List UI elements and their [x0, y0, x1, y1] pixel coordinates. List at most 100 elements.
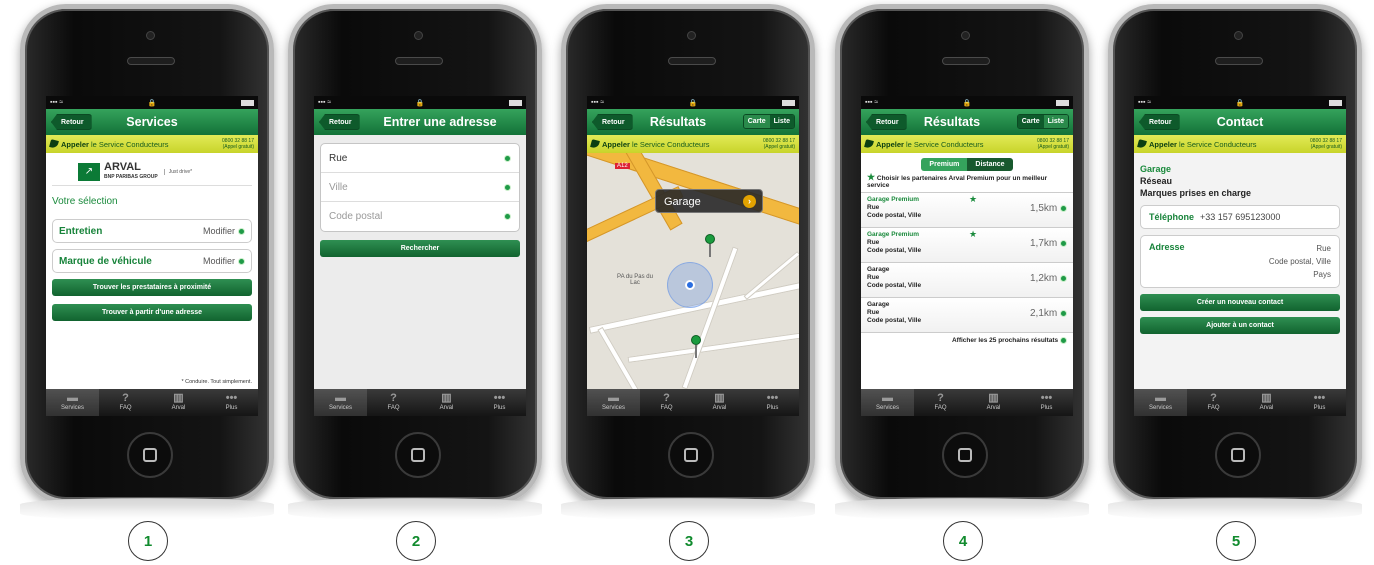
tab-arval[interactable]: ▥ Arval [420, 389, 473, 416]
tab-faq[interactable]: ? FAQ [1187, 389, 1240, 416]
tab-label: Arval [1259, 405, 1274, 411]
camera [961, 31, 970, 40]
iphone-frame: ▪▪▪ ≈ 🔒 Retour Contact Appeler le Service… [1108, 4, 1362, 504]
lock-icon: 🔒 [688, 99, 698, 107]
create-contact-button[interactable]: Créer un nouveau contact [1140, 294, 1340, 311]
map-pin-icon[interactable] [705, 234, 715, 257]
map-view-button[interactable]: Carte [1017, 115, 1044, 128]
modify-link: Modifier [202, 256, 235, 266]
add-to-contact-button[interactable]: Ajouter à un contact [1140, 317, 1340, 334]
tab-label: Services [60, 405, 84, 411]
back-button[interactable]: Retour [51, 114, 92, 130]
sort-premium-button[interactable]: Premium [921, 158, 968, 171]
tab-arval[interactable]: ▥ Arval [693, 389, 746, 416]
signal-icon: ▪▪▪ ≈ [591, 99, 605, 106]
tab-plus[interactable]: ••• Plus [1293, 389, 1346, 416]
status-bar: ▪▪▪ ≈ 🔒 [861, 96, 1073, 109]
tab-services[interactable]: ▬ Services [314, 389, 367, 416]
call-free-note: (Appel gratuit) [1037, 144, 1069, 150]
back-button[interactable]: Retour [592, 114, 633, 130]
tab-faq[interactable]: ? FAQ [914, 389, 967, 416]
tab-faq[interactable]: ? FAQ [640, 389, 693, 416]
find-by-address-button[interactable]: Trouver à partir d'une adresse [52, 304, 252, 321]
map-view-button[interactable]: Carte [743, 115, 770, 128]
home-button[interactable] [1215, 432, 1261, 478]
camera [146, 31, 155, 40]
question-icon: ? [1210, 392, 1217, 404]
street-field[interactable]: Rue [321, 144, 519, 173]
list-view-button[interactable]: Liste [1043, 115, 1068, 128]
tab-plus[interactable]: ••• Plus [746, 389, 799, 416]
result-distance: 1,2km [1030, 274, 1067, 284]
lock-icon: 🔒 [962, 99, 972, 107]
chevron-right-icon [238, 257, 245, 265]
tab-faq[interactable]: ? FAQ [367, 389, 420, 416]
service-item-entretien[interactable]: Entretien Modifier [52, 219, 252, 243]
more-icon: ••• [225, 392, 238, 404]
address-card[interactable]: Adresse Rue Code postal, Ville Pays [1140, 235, 1340, 288]
speaker [942, 57, 990, 65]
home-button[interactable] [668, 432, 714, 478]
list-view-button[interactable]: Liste [769, 115, 794, 128]
call-driver-service-bar[interactable]: Appeler le Service Conducteurs 0800 32 8… [587, 135, 799, 153]
call-driver-service-bar[interactable]: Appeler le Service Conducteurs 0800 32 8… [46, 135, 258, 153]
tab-arval[interactable]: ▥ Arval [967, 389, 1020, 416]
view-toggle: Carte Liste [1016, 114, 1069, 129]
call-number: 0800 32 88 17 (Appel gratuit) [222, 138, 254, 150]
tab-plus[interactable]: ••• Plus [473, 389, 526, 416]
tab-services[interactable]: ▬ Services [1134, 389, 1187, 416]
result-item[interactable]: Garage Premium ★ Rue Code postal, Ville 1… [861, 193, 1073, 228]
sort-distance-button[interactable]: Distance [967, 158, 1013, 171]
building-icon: ▥ [1261, 392, 1272, 404]
call-label: le Service Conducteurs [1178, 139, 1257, 149]
city-field[interactable]: Ville [321, 173, 519, 202]
tab-bar: ▬ Services ? FAQ ▥ Arval ••• Plus [314, 389, 526, 416]
arval-logo-icon: ↗ [78, 162, 100, 181]
call-driver-service-bar[interactable]: Appeler le Service Conducteurs 0800 32 8… [1134, 135, 1346, 153]
find-nearby-button[interactable]: Trouver les prestataires à proximité [52, 279, 252, 296]
chevron-right-icon[interactable]: › [743, 195, 756, 208]
tab-arval[interactable]: ▥ Arval [1240, 389, 1293, 416]
home-button[interactable] [127, 432, 173, 478]
tab-plus[interactable]: ••• Plus [1020, 389, 1073, 416]
step-number: 3 [669, 521, 709, 561]
title-bar: Retour Résultats Carte Liste [861, 109, 1073, 135]
tab-services[interactable]: ▬ Services [587, 389, 640, 416]
home-button[interactable] [395, 432, 441, 478]
back-button[interactable]: Retour [866, 114, 907, 130]
search-button[interactable]: Rechercher [320, 240, 520, 257]
chevron-right-icon [1060, 310, 1067, 317]
call-label-bold: Appeler [876, 139, 904, 149]
back-button[interactable]: Retour [1139, 114, 1180, 130]
map-pin-icon[interactable] [691, 335, 701, 358]
result-item[interactable]: Garage Rue Code postal, Ville 2,1km [861, 298, 1073, 333]
field-placeholder: Rue [329, 152, 348, 164]
tab-services[interactable]: ▬ Services [861, 389, 914, 416]
result-distance: 1,5km [1030, 204, 1067, 214]
tab-plus[interactable]: ••• Plus [205, 389, 258, 416]
phone-card[interactable]: Téléphone +33 157 695123000 [1140, 205, 1340, 229]
tab-services[interactable]: ▬ Services [46, 389, 99, 416]
step-number: 2 [396, 521, 436, 561]
back-button[interactable]: Retour [319, 114, 360, 130]
street [627, 329, 799, 363]
lock-icon: 🔒 [415, 99, 425, 107]
tab-faq[interactable]: ? FAQ [99, 389, 152, 416]
step-number: 1 [128, 521, 168, 561]
garage-callout[interactable]: Garage › [655, 189, 763, 213]
result-item[interactable]: Garage Rue Code postal, Ville 1,2km [861, 263, 1073, 298]
question-icon: ? [390, 392, 397, 404]
call-label-bold: Appeler [1149, 139, 1177, 149]
result-item[interactable]: Garage Premium ★ Rue Code postal, Ville 1… [861, 228, 1073, 263]
map-view[interactable]: Garage › PA du Pas du Lac A12 [587, 153, 799, 389]
home-button[interactable] [942, 432, 988, 478]
tab-arval[interactable]: ▥ Arval [152, 389, 205, 416]
postal-code-field[interactable]: Code postal [321, 202, 519, 231]
result-city: Code postal, Ville [867, 282, 922, 289]
service-item-marque[interactable]: Marque de véhicule Modifier [52, 249, 252, 273]
call-driver-service-bar[interactable]: Appeler le Service Conducteurs 0800 32 8… [861, 135, 1073, 153]
field-placeholder: Ville [329, 181, 348, 193]
address-label: Adresse [1149, 242, 1185, 252]
phone-label: Téléphone [1149, 212, 1195, 222]
more-results-link[interactable]: Afficher les 25 prochains résultats [861, 333, 1073, 348]
